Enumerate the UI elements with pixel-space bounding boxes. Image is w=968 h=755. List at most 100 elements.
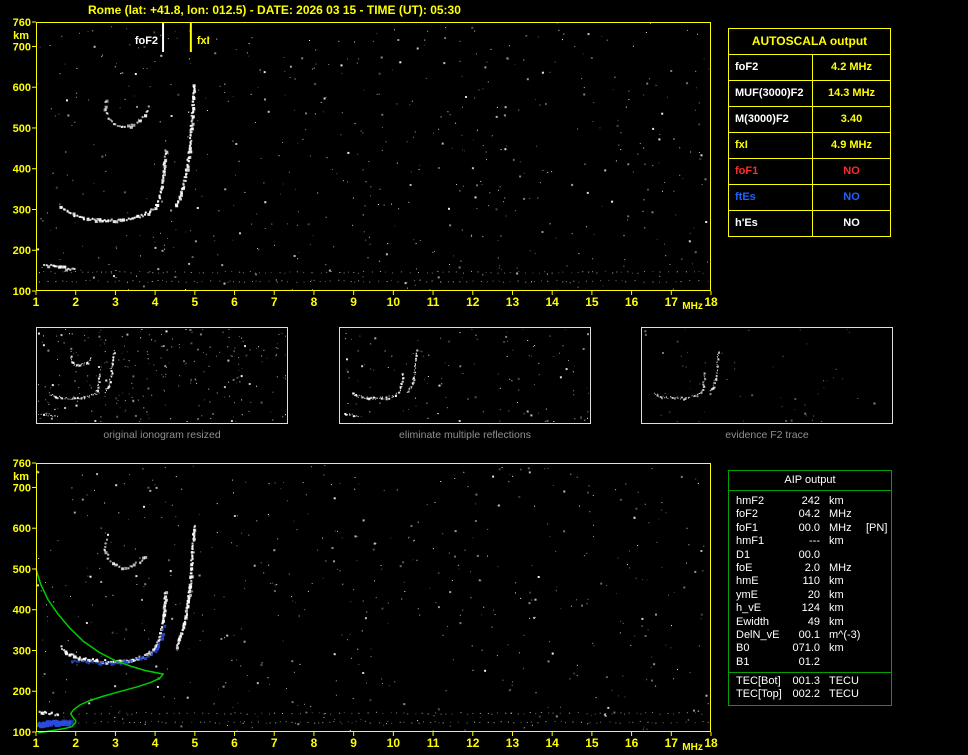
aip-label: B1 <box>736 655 750 668</box>
F2-trace-O-mode <box>59 149 169 224</box>
aip-note <box>862 549 891 562</box>
svg-text:13: 13 <box>506 736 520 750</box>
param-label: ftEs <box>729 185 813 210</box>
aip-value: 00.0 <box>798 521 820 534</box>
aip-unit: TECU <box>829 675 859 688</box>
param-label: foF2 <box>729 55 813 80</box>
x-axis-labels: 1 2 3 4 5 6 7 8 9 10 11 12 13 14 15 16 17 18MHz <box>33 291 718 312</box>
thumbnail-original-panel <box>36 327 288 424</box>
svg-text:4: 4 <box>152 736 159 750</box>
svg-text:14: 14 <box>545 295 559 309</box>
svg-text:600: 600 <box>13 523 31 535</box>
aip-title: AIP output <box>729 471 891 491</box>
autoscala-row-M(3000)F2: M(3000)F2 3.40 <box>729 107 890 133</box>
svg-text:14: 14 <box>545 736 559 750</box>
svg-text:18: 18 <box>704 295 718 309</box>
svg-text:200: 200 <box>13 245 31 257</box>
svg-text:5: 5 <box>191 736 198 750</box>
svg-text:500: 500 <box>13 123 31 135</box>
aip-row-h_vE: h_vE 124 km <box>729 602 891 615</box>
aip-unit: MHz <box>829 508 852 521</box>
aip-unit: km <box>829 602 844 615</box>
autoscala-title: AUTOSCALA output <box>729 29 890 55</box>
aip-unit: m^(-3) <box>829 628 861 641</box>
aip-unit: TECU <box>829 688 859 701</box>
noise-speckle <box>345 329 589 422</box>
aip-label: hmF1 <box>736 535 765 548</box>
svg-text:7: 7 <box>271 736 278 750</box>
ionogram-top: foF2 fxI1 2 3 4 5 6 7 8 9 10 11 12 13 14 15 16 17 18MHz760… <box>13 17 718 312</box>
svg-text:11: 11 <box>427 736 440 750</box>
aip-label: Ewidth <box>736 615 770 628</box>
svg-text:700: 700 <box>13 41 31 53</box>
aip-row-D1: D1 00.0 <box>729 549 891 562</box>
aip-note <box>862 495 891 508</box>
aip-output-table: AIP output hmF2 242 km foF2 04.2 MHz foF1 00.0 M… <box>728 470 892 706</box>
aip-note <box>862 562 891 575</box>
aip-value: 242 <box>801 495 820 507</box>
aip-value: 20 <box>807 588 820 601</box>
aip-label: TEC[Top] <box>736 688 782 701</box>
svg-text:100: 100 <box>13 286 31 298</box>
aip-label: TEC[Bot] <box>736 675 781 688</box>
aip-label: hmF2 <box>736 495 765 507</box>
aip-label: DelN_vE <box>736 628 780 641</box>
y-axis-labels: 760 700 600 500 400 300 200 100 km <box>13 17 36 298</box>
thumbnail-f2trace-panel <box>641 327 893 424</box>
svg-text:12: 12 <box>466 736 480 750</box>
aip-note <box>862 616 891 629</box>
param-value: 14.3 MHz <box>827 87 876 99</box>
y-axis-unit: km <box>13 30 29 42</box>
svg-text:300: 300 <box>13 645 31 657</box>
aip-value: 04.2 <box>798 508 820 521</box>
foF2-marker-label: foF2 <box>135 35 158 47</box>
aip-label: foE <box>736 561 753 574</box>
aip-value: 2.0 <box>804 561 820 574</box>
svg-text:12: 12 <box>466 295 480 309</box>
aip-value: 00.0 <box>798 548 820 561</box>
autoscala-output-table: AUTOSCALA output foF2 4.2 MHz MUF(3000)F2 1… <box>728 28 891 237</box>
E-region-echo <box>43 263 76 272</box>
F2-trace-X-mode <box>709 351 720 396</box>
autoscala-row-MUF(3000)F2: MUF(3000)F2 14.3 MHz <box>729 81 890 107</box>
second-hop-reflection <box>103 99 150 129</box>
aip-unit: km <box>829 588 844 601</box>
svg-text:5: 5 <box>191 295 198 309</box>
aip-row-foE: foE 2.0 MHz <box>729 562 891 575</box>
aip-label: h_vE <box>736 602 762 615</box>
y-axis-labels: 760 700 600 500 400 300 200 100 km <box>13 458 36 739</box>
aip-note <box>862 535 891 548</box>
aip-row-foF2: foF2 04.2 MHz <box>729 508 891 521</box>
param-label: M(3000)F2 <box>729 107 813 132</box>
autoscala-window: Rome (lat: +41.8, lon: 012.5) - DATE: 20… <box>0 0 968 755</box>
F2-trace-X-mode <box>104 350 116 394</box>
svg-text:6: 6 <box>231 295 238 309</box>
svg-text:6: 6 <box>231 736 238 750</box>
aip-value: 071.0 <box>792 642 820 655</box>
aip-unit: MHz <box>829 561 852 574</box>
aip-label: D1 <box>736 548 751 561</box>
aip-value: 01.2 <box>798 655 820 668</box>
svg-text:3: 3 <box>112 736 119 750</box>
aip-row-Ewidth: Ewidth 49 km <box>729 616 891 629</box>
svg-text:18: 18 <box>704 736 718 750</box>
aip-unit <box>820 656 862 669</box>
param-label: h'Es <box>729 211 813 236</box>
aip-row-DelN_vE: DelN_vE 00.1 m^(-3) <box>729 629 891 642</box>
svg-text:10: 10 <box>387 295 401 309</box>
x-axis-labels: 1 2 3 4 5 6 7 8 9 10 11 12 13 14 15 16 17 18MHz <box>33 732 718 753</box>
noise-speckle <box>37 23 710 290</box>
svg-text:400: 400 <box>13 164 31 176</box>
aip-label: foF1 <box>736 521 759 534</box>
svg-text:400: 400 <box>13 605 31 617</box>
aip-value: 49 <box>807 615 820 628</box>
svg-text:700: 700 <box>13 482 31 494</box>
param-value: 3.40 <box>840 113 863 125</box>
autoscala-row-ftEs: ftEs NO <box>729 185 890 211</box>
svg-text:9: 9 <box>350 295 357 309</box>
aip-value: 002.2 <box>792 688 820 701</box>
plot-border <box>36 463 711 732</box>
thumbnail-caption-2: eliminate multiple reflections <box>399 429 531 441</box>
param-label: MUF(3000)F2 <box>729 81 813 106</box>
plot-border <box>36 22 711 291</box>
